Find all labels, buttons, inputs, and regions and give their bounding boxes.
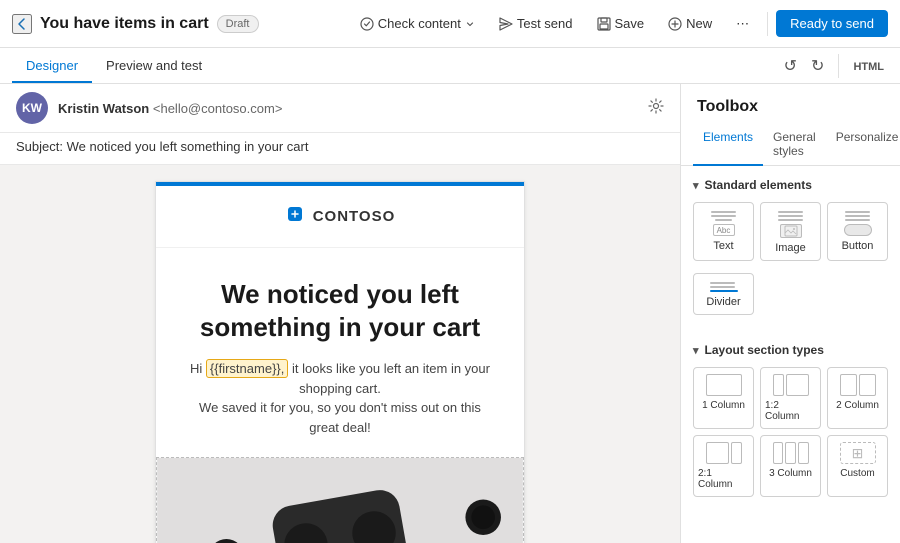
sender-email: <hello@contoso.com> bbox=[153, 101, 283, 116]
tab-designer[interactable]: Designer bbox=[12, 50, 92, 83]
save-label: Save bbox=[615, 16, 645, 31]
layout-3col-icon bbox=[773, 442, 809, 464]
avatar: KW bbox=[16, 92, 48, 124]
element-text[interactable]: Abc Text bbox=[693, 202, 754, 261]
email-preview: CONTOSO We noticed you left something in… bbox=[0, 165, 680, 543]
layout-3-column[interactable]: 3 Column bbox=[760, 435, 821, 497]
subject-prefix: Subject: bbox=[16, 139, 63, 154]
layout-custom[interactable]: ⊞ Custom bbox=[827, 435, 888, 497]
21col-label: 2:1 Column bbox=[698, 468, 749, 490]
ready-to-send-label: Ready to send bbox=[790, 16, 874, 31]
layout-label: Layout section types bbox=[705, 343, 824, 357]
text-label: Text bbox=[713, 240, 733, 252]
email-meta: KW Kristin Watson <hello@contoso.com> bbox=[0, 84, 680, 133]
layout-1col-icon bbox=[706, 374, 742, 396]
subject-bar: Subject: We noticed you left something i… bbox=[0, 133, 680, 165]
email-body[interactable]: CONTOSO We noticed you left something in… bbox=[155, 181, 525, 543]
element-divider[interactable]: Divider bbox=[693, 273, 754, 315]
layout-12col-icon bbox=[773, 374, 809, 396]
standard-elements-section: ▾ Standard elements Abc Text bbox=[681, 166, 900, 331]
elements-grid: Abc Text Image bbox=[693, 202, 888, 261]
email-content: We noticed you left something in your ca… bbox=[156, 248, 524, 457]
toolbox-title: Toolbox bbox=[681, 84, 900, 124]
button-label: Button bbox=[842, 240, 874, 252]
chevron-icon: ▾ bbox=[693, 179, 699, 192]
email-image-section[interactable] bbox=[156, 457, 524, 543]
check-content-label: Check content bbox=[378, 16, 461, 31]
test-send-button[interactable]: Test send bbox=[489, 11, 583, 36]
body-part2: it looks like you left an item in your s… bbox=[288, 361, 490, 396]
email-body-text: Hi {{firstname}}, it looks like you left… bbox=[186, 359, 494, 437]
layout-custom-icon: ⊞ bbox=[840, 442, 876, 464]
new-button[interactable]: New bbox=[658, 11, 722, 36]
check-content-button[interactable]: Check content bbox=[350, 11, 485, 36]
divider-row: Divider bbox=[693, 273, 888, 315]
layout-header[interactable]: ▾ Layout section types bbox=[693, 343, 888, 357]
back-button[interactable] bbox=[12, 14, 32, 34]
3col-label: 3 Column bbox=[769, 468, 812, 479]
separator bbox=[838, 54, 839, 78]
layout-grid: 1 Column 1:2 Column 2 Column bbox=[693, 367, 888, 497]
divider-label: Divider bbox=[706, 296, 740, 308]
body-part3: We saved it for you, so you don't miss o… bbox=[199, 400, 481, 435]
standard-elements-label: Standard elements bbox=[705, 178, 812, 192]
logo-text: CONTOSO bbox=[313, 208, 396, 225]
toolbox-tab-general[interactable]: General styles bbox=[763, 124, 826, 166]
draft-badge: Draft bbox=[217, 15, 259, 33]
body-part1: Hi bbox=[190, 361, 206, 376]
image-label: Image bbox=[775, 242, 806, 254]
toolbox-tab-personalize[interactable]: Personalize bbox=[826, 124, 900, 166]
canvas-area: KW Kristin Watson <hello@contoso.com> Su… bbox=[0, 84, 680, 543]
button-element-icon bbox=[844, 211, 872, 236]
tab-preview-and-test[interactable]: Preview and test bbox=[92, 50, 216, 83]
2col-label: 2 Column bbox=[836, 400, 879, 411]
layout-section-types: ▾ Layout section types 1 Column bbox=[681, 331, 900, 509]
more-icon: ⋯ bbox=[736, 16, 749, 32]
sender-name: Kristin Watson bbox=[58, 101, 149, 116]
sender-info: Kristin Watson <hello@contoso.com> bbox=[58, 101, 638, 116]
layout-2-column[interactable]: 2 Column bbox=[827, 367, 888, 429]
more-button[interactable]: ⋯ bbox=[726, 11, 759, 37]
12col-label: 1:2 Column bbox=[765, 400, 816, 422]
email-subject: We noticed you left something in your ca… bbox=[67, 139, 309, 154]
logo-icon bbox=[285, 204, 305, 229]
toolbox-tab-elements[interactable]: Elements bbox=[693, 124, 763, 166]
element-image[interactable]: Image bbox=[760, 202, 821, 261]
1col-label: 1 Column bbox=[702, 400, 745, 411]
custom-label: Custom bbox=[840, 468, 874, 479]
divider-element-icon bbox=[710, 282, 738, 292]
gear-button[interactable] bbox=[648, 98, 664, 119]
page-title: You have items in cart bbox=[40, 15, 209, 33]
layout-2col-icon bbox=[840, 374, 876, 396]
toolbox: Toolbox Elements General styles Personal… bbox=[680, 84, 900, 543]
layout-1-2-column[interactable]: 1:2 Column bbox=[760, 367, 821, 429]
main-layout: KW Kristin Watson <hello@contoso.com> Su… bbox=[0, 84, 900, 543]
subnav: Designer Preview and test ↺ ↻ HTML bbox=[0, 48, 900, 84]
ready-to-send-button[interactable]: Ready to send bbox=[776, 10, 888, 37]
earbuds-visual bbox=[157, 458, 523, 543]
html-button[interactable]: HTML bbox=[849, 53, 888, 79]
save-button[interactable]: Save bbox=[587, 11, 655, 36]
topbar: You have items in cart Draft Check conte… bbox=[0, 0, 900, 48]
firstname-tag: {{firstname}}, bbox=[206, 359, 288, 378]
element-button[interactable]: Button bbox=[827, 202, 888, 261]
topbar-actions: Check content Test send Save New ⋯ Ready… bbox=[350, 10, 888, 37]
layout-2-1-column[interactable]: 2:1 Column bbox=[693, 435, 754, 497]
undo-button[interactable]: ↺ bbox=[780, 52, 801, 80]
separator bbox=[767, 12, 768, 36]
layout-chevron-icon: ▾ bbox=[693, 344, 699, 357]
subnav-right: ↺ ↻ HTML bbox=[780, 52, 888, 80]
image-element-icon bbox=[777, 211, 805, 238]
redo-button[interactable]: ↻ bbox=[807, 52, 828, 80]
layout-21col-icon bbox=[706, 442, 742, 464]
email-headline: We noticed you left something in your ca… bbox=[186, 278, 494, 343]
test-send-label: Test send bbox=[517, 16, 573, 31]
standard-elements-header[interactable]: ▾ Standard elements bbox=[693, 178, 888, 192]
topbar-left: You have items in cart Draft bbox=[12, 14, 342, 34]
text-element-icon: Abc bbox=[710, 211, 738, 236]
toolbox-tabs: Elements General styles Personalize bbox=[681, 124, 900, 166]
new-label: New bbox=[686, 16, 712, 31]
layout-1-column[interactable]: 1 Column bbox=[693, 367, 754, 429]
email-logo-bar: CONTOSO bbox=[156, 186, 524, 248]
